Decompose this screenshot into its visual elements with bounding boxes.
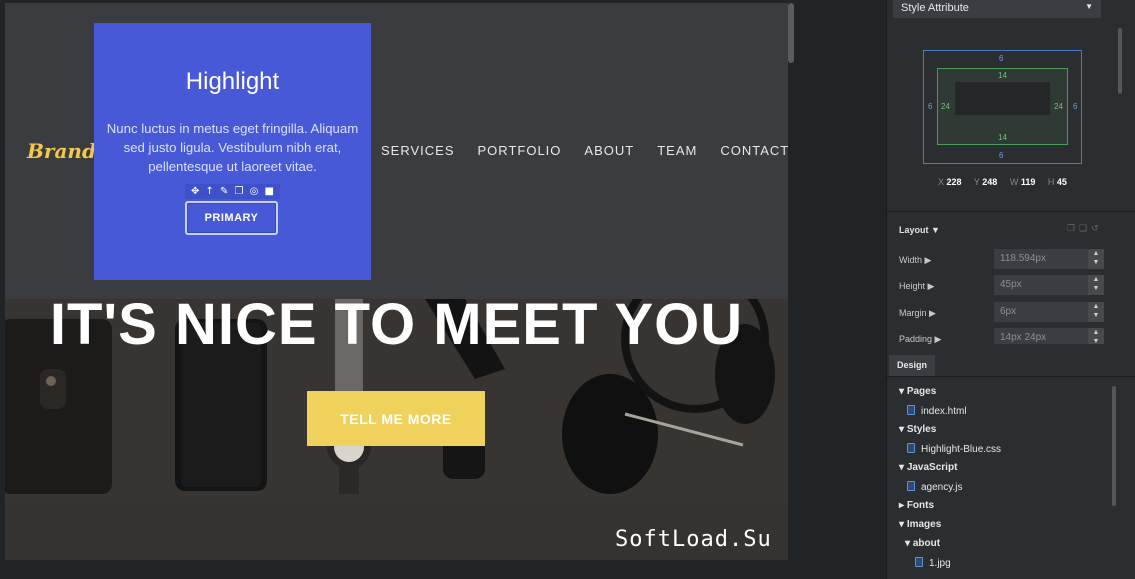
divider [887,211,1135,212]
box-model-editor: 6 6 6 6 14 14 24 24 [923,50,1082,164]
padding-top-value[interactable]: 14 [998,71,1007,80]
pencil-icon[interactable]: ✎ [220,186,228,198]
tree-item-1-jpg[interactable]: 1.jpg [915,557,951,569]
caret-right-icon: ▶ [927,281,935,291]
caret-down-icon: ▾ [899,386,907,397]
hero-title: IT'S NICE TO MEET YOU [49,292,744,357]
file-icon [907,481,915,491]
primary-button[interactable]: PRIMARY [185,201,278,235]
caret-down-icon: ▾ [899,462,907,473]
layout-actions: ❐❏↺ [1067,224,1103,234]
panel-scrollbar-top[interactable] [1118,28,1122,94]
height-input[interactable]: 45px ▲ ▼ [994,275,1104,295]
highlight-text: Nunc luctus in metus eget fringilla. Ali… [106,121,359,174]
caret-right-icon: ▶ [924,255,932,265]
properties-panel: Style Attribute ▼ 6 6 6 6 14 14 24 24 X … [886,0,1135,579]
nav-link-about[interactable]: ABOUT [584,143,634,158]
padding-label[interactable]: Padding ▶ [899,334,941,345]
caret-right-icon: ▶ [934,334,942,344]
divider [887,376,1135,377]
caret-down-icon: ▼ [931,225,940,235]
tab-design[interactable]: Design [889,355,935,376]
margin-right-value[interactable]: 6 [1073,102,1077,111]
caret-right-icon: ▸ [899,500,907,511]
padding-left-value[interactable]: 24 [941,102,950,111]
tree-item-images[interactable]: ▾ Images [899,519,941,530]
layout-title: Layout [899,225,929,235]
nav-link-team[interactable]: TEAM [657,143,697,158]
trash-icon[interactable]: ■ [264,186,273,198]
margin-top-value[interactable]: 6 [999,54,1003,63]
h-value: 45 [1056,177,1067,187]
brand-logo[interactable]: Brand [27,139,96,163]
nav-links: SERVICES PORTFOLIO ABOUT TEAM CONTACT [381,143,788,158]
chevron-down-icon: ▼ [1085,2,1093,11]
tree-item-highlight-blue-css[interactable]: Highlight-Blue.css [907,443,1001,455]
stepper-icon[interactable]: ▲ ▼ [1088,328,1104,345]
w-value: 119 [1020,177,1036,187]
tell-me-more-button[interactable]: TELL ME MORE [307,391,485,446]
content-box [955,82,1050,115]
file-icon [907,443,915,453]
caret-right-icon: ▶ [929,308,936,318]
stepper-icon[interactable]: ▲ ▼ [1088,275,1104,295]
paste-style-icon[interactable]: ❏ [1079,224,1091,234]
copy-icon[interactable]: ❐ [235,186,244,198]
x-value: 228 [946,177,962,187]
layout-section-toggle[interactable]: Layout ▼ [899,225,940,235]
reset-icon[interactable]: ↺ [1091,224,1103,234]
arrow-up-icon[interactable]: ↑ [206,186,214,198]
margin-bottom-value[interactable]: 6 [999,151,1003,160]
padding-box: 14 14 24 24 [937,68,1068,145]
stepper-icon[interactable]: ▲ ▼ [1088,302,1104,322]
stepper-icon[interactable]: ▲ ▼ [1088,249,1104,269]
caret-down-icon: ▾ [899,519,907,530]
watermark: SoftLoad.Su [615,527,772,552]
tree-item-agency-js[interactable]: agency.js [907,481,963,493]
tree-scrollbar[interactable] [1112,386,1116,506]
tree-item-index-html[interactable]: index.html [907,405,967,417]
element-toolbar: ✥ ↑ ✎ ❐ ◎ ■ [185,184,280,199]
padding-input[interactable]: 14px 24px ▲ ▼ [994,328,1104,345]
padding-right-value[interactable]: 24 [1054,102,1063,111]
caret-down-icon: ▾ [905,538,913,549]
nav-link-portfolio[interactable]: PORTFOLIO [478,143,562,158]
tree-item-pages[interactable]: ▾ Pages [899,386,936,397]
hide-icon[interactable]: ◎ [250,186,259,198]
y-value: 248 [982,177,998,187]
copy-style-icon[interactable]: ❐ [1067,224,1079,234]
width-label[interactable]: Width ▶ [899,255,931,266]
height-label[interactable]: Height ▶ [899,281,934,292]
tree-item-javascript[interactable]: ▾ JavaScript [899,462,957,473]
width-input[interactable]: 118.594px ▲ ▼ [994,249,1104,269]
style-attribute-select[interactable]: Style Attribute ▼ [893,0,1101,18]
style-attribute-select-label: Style Attribute [901,2,969,14]
caret-down-icon: ▾ [899,424,907,435]
tree-item-fonts[interactable]: ▸ Fonts [899,500,934,511]
highlight-title: Highlight [185,68,280,95]
position-readout: X 228 Y 248 W 119 H 45 [938,177,1067,187]
tree-item-about[interactable]: ▾ about [905,538,940,549]
tree-item-styles[interactable]: ▾ Styles [899,424,936,435]
design-canvas[interactable]: Brand SERVICES PORTFOLIO ABOUT TEAM CONT… [0,0,886,579]
highlight-block[interactable]: Highlight Nunc luctus in metus eget frin… [94,23,371,280]
image-file-icon [915,557,923,567]
nav-link-contact[interactable]: CONTACT [720,143,788,158]
padding-bottom-value[interactable]: 14 [998,133,1007,142]
canvas-scrollbar[interactable] [788,3,794,63]
margin-label[interactable]: Margin ▶ [899,308,936,319]
move-icon[interactable]: ✥ [191,186,199,198]
page-preview[interactable]: Brand SERVICES PORTFOLIO ABOUT TEAM CONT… [5,3,788,560]
margin-left-value[interactable]: 6 [928,102,932,111]
file-icon [907,405,915,415]
nav-link-services[interactable]: SERVICES [381,143,455,158]
margin-input[interactable]: 6px ▲ ▼ [994,302,1104,322]
